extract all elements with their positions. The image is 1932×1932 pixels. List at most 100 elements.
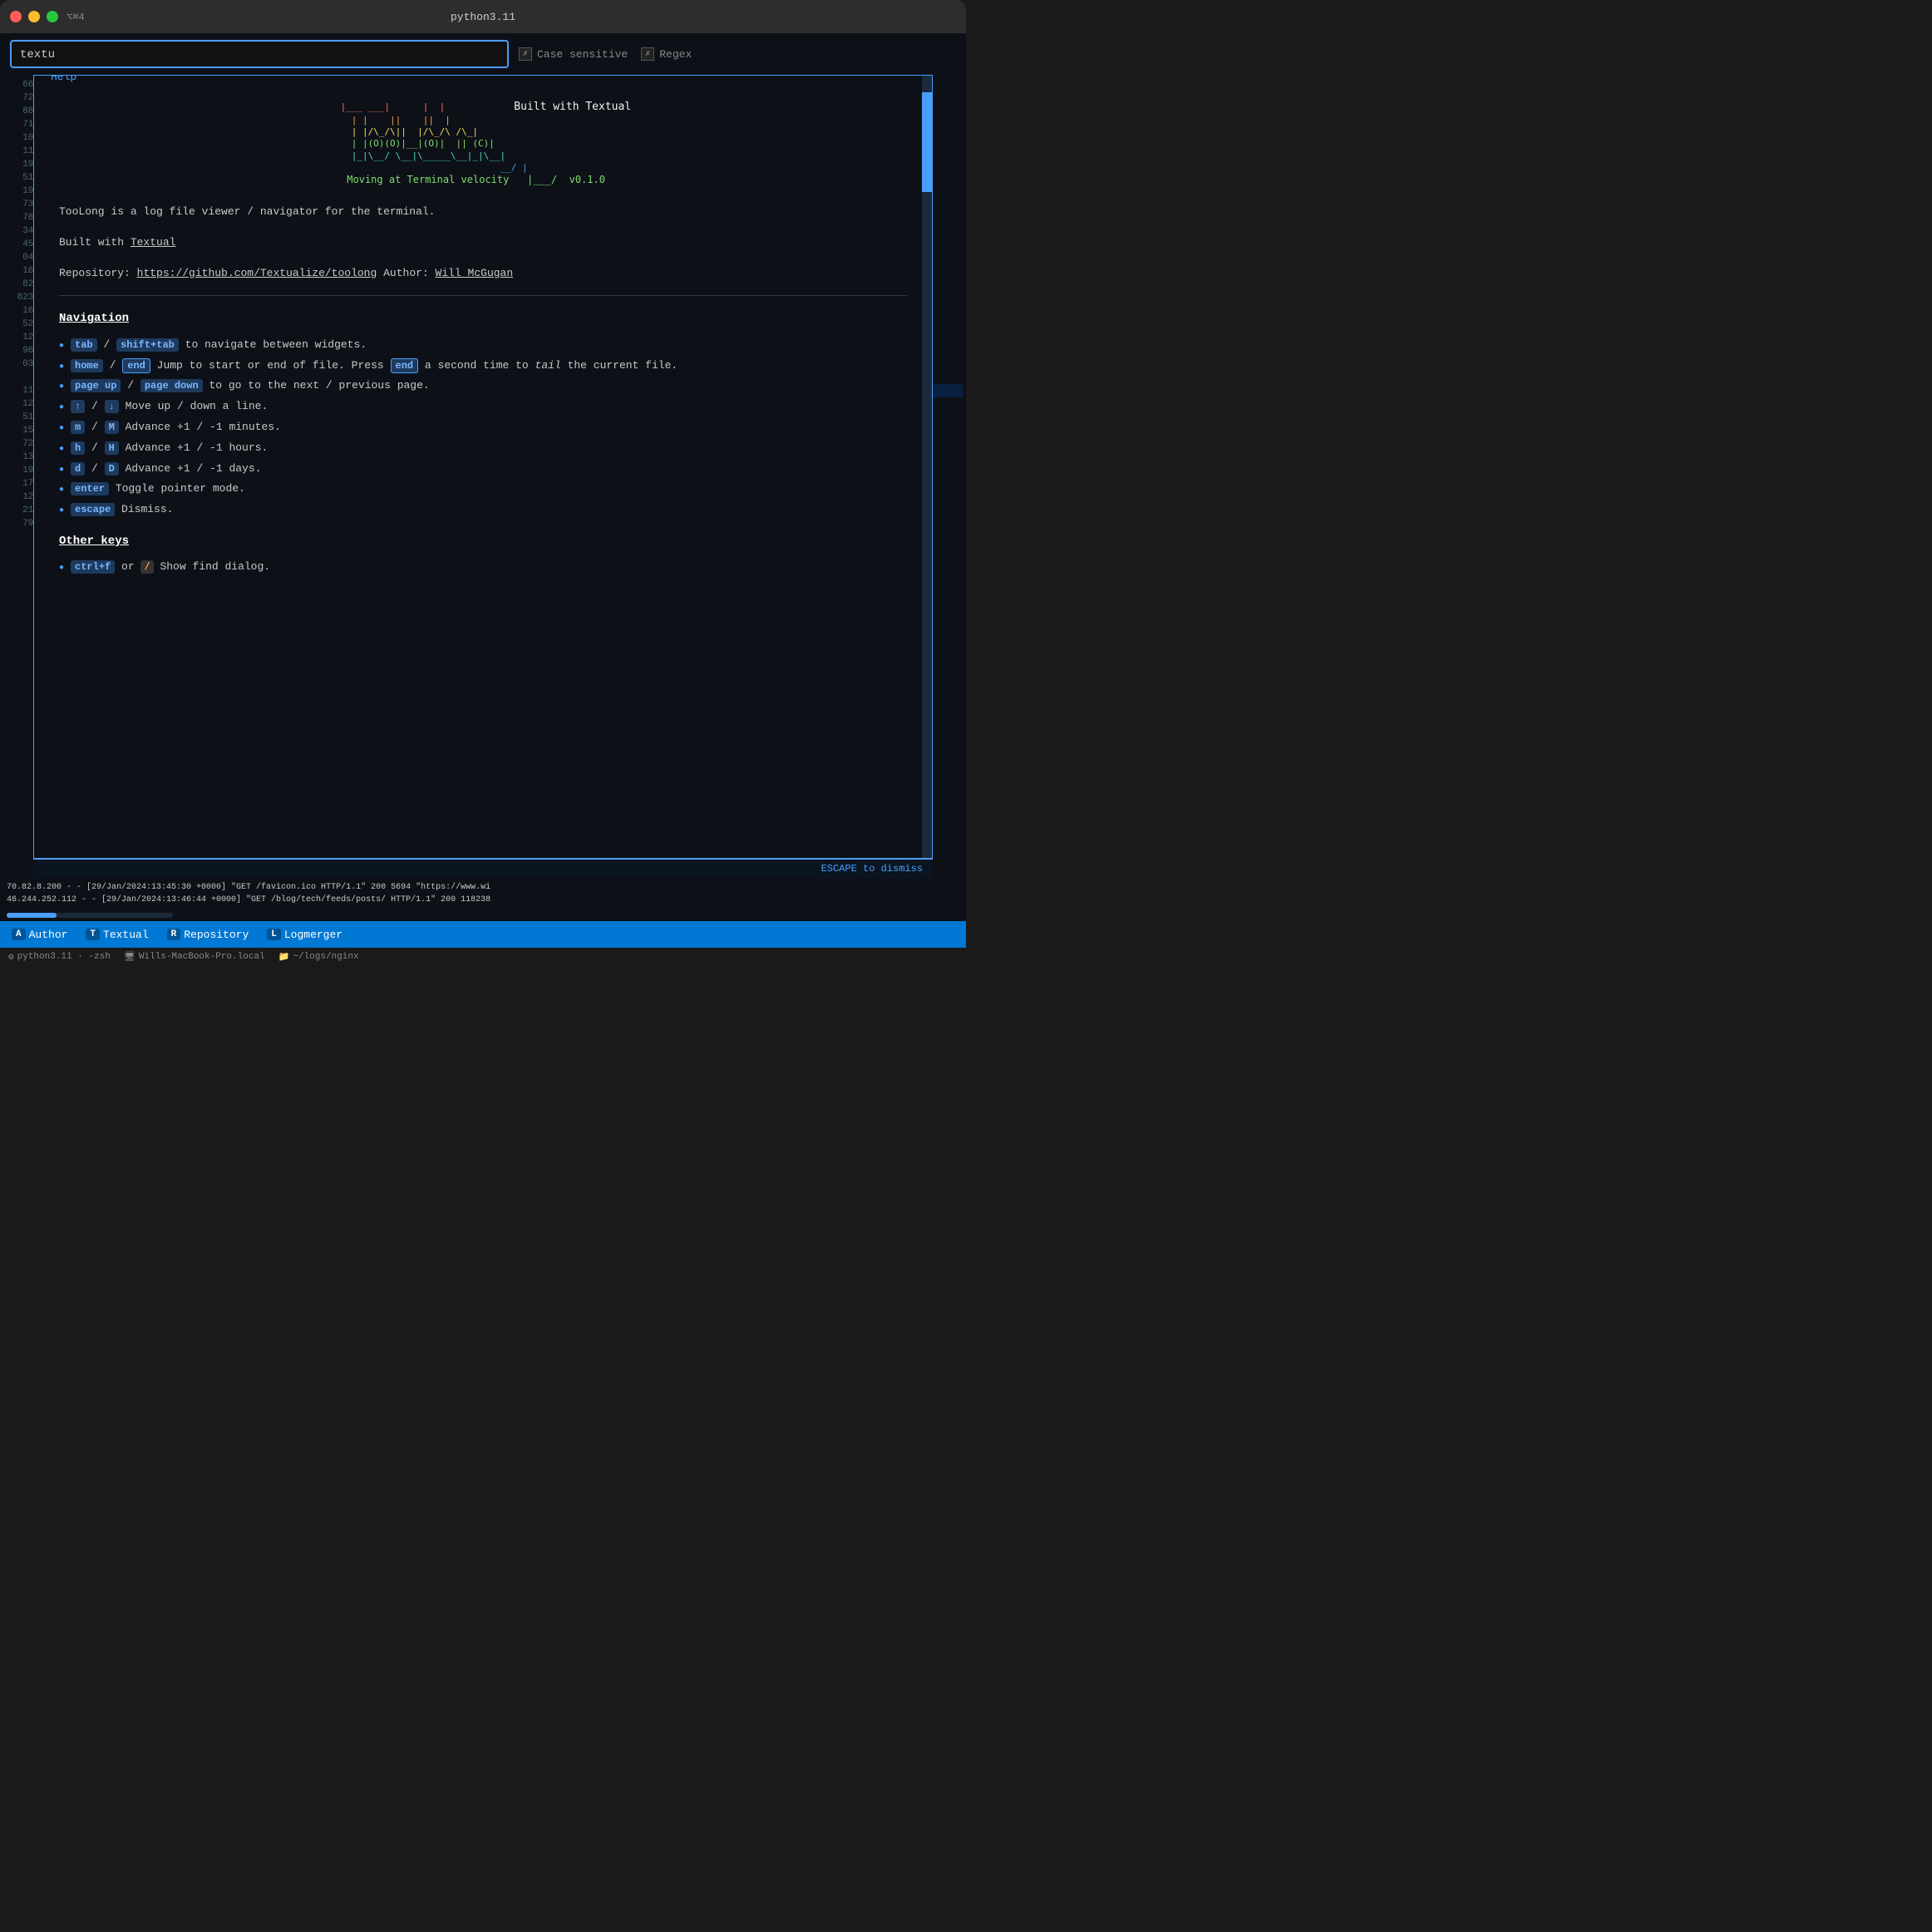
built-with-para: Built with Textual: [59, 234, 907, 252]
ctrlf-key: ctrl+f: [71, 560, 115, 574]
key-item-content: home / end Jump to start or end of file.…: [71, 357, 678, 375]
key-item-content: h / H Advance +1 / -1 hours.: [71, 440, 268, 457]
key-item-content: ↑ / ↓ Move up / down a line.: [71, 398, 268, 416]
pageup-key: page up: [71, 379, 121, 392]
status-path-label: ~/logs/nginx: [293, 952, 358, 962]
tab-textual[interactable]: T Textual: [77, 925, 156, 944]
bullet-icon: ●: [59, 361, 64, 374]
monitor-icon: 🖥: [124, 951, 136, 963]
tab-label-logmerger: Logmerger: [284, 929, 343, 941]
author-link[interactable]: Will McGugan: [436, 267, 514, 279]
tab-key-t: T: [86, 929, 100, 940]
tab-key-r: R: [167, 929, 181, 940]
tail-text: tail: [535, 359, 561, 372]
bullet-icon: ●: [59, 381, 64, 394]
key-item-content: page up / page down to go to the next / …: [71, 377, 430, 395]
tab-author[interactable]: A Author: [3, 925, 76, 944]
content-wrapper: 66. 72. 88. 71. 105 116 195 51. 192 73. …: [0, 75, 966, 878]
shortcut-label: ⌥⌘4: [67, 11, 85, 23]
bullet-icon: ●: [59, 443, 64, 456]
key-item-h: ● h / H Advance +1 / -1 hours.: [59, 440, 907, 457]
bullet-icon: ●: [59, 464, 64, 477]
end-key2: end: [391, 358, 419, 373]
close-button[interactable]: [10, 11, 22, 22]
case-sensitive-option[interactable]: ✗ Case sensitive: [519, 47, 628, 61]
bullet-icon: ●: [59, 505, 64, 518]
down-key: ↓: [105, 400, 119, 413]
help-scrollbar[interactable]: [922, 76, 932, 858]
search-input[interactable]: [20, 48, 499, 62]
navigation-title: Navigation: [59, 309, 907, 328]
tab-bar: A Author T Textual R Repository L Logmer…: [0, 921, 966, 948]
bullet-icon: ●: [59, 402, 64, 415]
scrollbar-thumb: [922, 92, 932, 192]
help-separator: [59, 295, 907, 296]
key-item-content: enter Toggle pointer mode.: [71, 481, 245, 498]
search-bar: ✗ Case sensitive ✗ Regex: [0, 33, 966, 75]
ascii-art: |___ ___| | | Built with Textual | | || …: [335, 101, 631, 187]
tab-label-repository: Repository: [184, 929, 249, 941]
slash-key: /: [140, 560, 153, 574]
maximize-button[interactable]: [47, 11, 58, 22]
status-host: 🖥 Wills-MacBook-Pro.local: [124, 951, 265, 963]
key-item-escape: ● escape Dismiss.: [59, 501, 907, 519]
M-key: M: [105, 421, 119, 434]
case-sensitive-label: Case sensitive: [537, 48, 628, 61]
key-item-m: ● m / M Advance +1 / -1 minutes.: [59, 419, 907, 436]
tab-label-author: Author: [29, 929, 68, 941]
tab-key: tab: [71, 338, 97, 352]
regex-checkbox[interactable]: ✗: [641, 47, 654, 61]
help-description: TooLong is a log file viewer / navigator…: [59, 204, 907, 221]
key-item-pageup: ● page up / page down to go to the next …: [59, 377, 907, 395]
navigation-key-list: ● tab / shift+tab to navigate between wi…: [59, 337, 907, 519]
status-python-label: python3.11 · -zsh: [17, 952, 111, 962]
textual-link[interactable]: Textual: [131, 236, 176, 249]
search-input-container[interactable]: [10, 40, 509, 68]
case-sensitive-checkbox[interactable]: ✗: [519, 47, 532, 61]
key-item-content: m / M Advance +1 / -1 minutes.: [71, 419, 281, 436]
bullet-icon: ●: [59, 562, 64, 575]
status-path: 📁 ~/logs/nginx: [278, 951, 359, 963]
end-key: end: [122, 358, 150, 373]
traffic-lights: [10, 11, 58, 22]
d-key: d: [71, 462, 85, 476]
other-keys-list: ● ctrl+f or / Show find dialog.: [59, 559, 907, 576]
help-content[interactable]: |___ ___| | | Built with Textual | | || …: [34, 76, 932, 858]
bullet-icon: ●: [59, 422, 64, 436]
repository-para: Repository: https://github.com/Textualiz…: [59, 265, 907, 283]
h-key: h: [71, 441, 85, 455]
minimize-button[interactable]: [28, 11, 40, 22]
m-key: m: [71, 421, 85, 434]
key-item-content: tab / shift+tab to navigate between widg…: [71, 337, 367, 354]
tab-key-a: A: [12, 929, 26, 940]
key-item-arrows: ● ↑ / ↓ Move up / down a line.: [59, 398, 907, 416]
progress-bar-container: [0, 909, 966, 921]
log-bottom: 70.82.8.200 - - [29/Jan/2024:13:45:30 +0…: [0, 878, 966, 909]
repository-label: Repository:: [59, 267, 131, 279]
tab-repository[interactable]: R Repository: [159, 925, 258, 944]
folder-icon: 📁: [278, 951, 290, 963]
key-item-d: ● d / D Advance +1 / -1 days.: [59, 461, 907, 478]
titlebar: ⌥⌘4 python3.11: [0, 0, 966, 33]
status-host-label: Wills-MacBook-Pro.local: [139, 952, 265, 962]
progress-bar: [7, 913, 173, 918]
python-icon: ⚙: [8, 951, 14, 963]
key-item-content: d / D Advance +1 / -1 days.: [71, 461, 261, 478]
tab-key-l: L: [267, 929, 281, 940]
regex-label: Regex: [659, 48, 692, 61]
tab-logmerger[interactable]: L Logmerger: [259, 925, 351, 944]
help-panel-title: Help: [44, 75, 83, 86]
window-title: python3.11: [451, 11, 515, 23]
regex-option[interactable]: ✗ Regex: [641, 47, 692, 61]
help-panel: Help |___ ___| | | Built with Textual | …: [33, 75, 933, 859]
key-item-tab: ● tab / shift+tab to navigate between wi…: [59, 337, 907, 354]
repository-link[interactable]: https://github.com/Textualize/toolong: [137, 267, 377, 279]
D-key: D: [105, 462, 119, 476]
status-python: ⚙ python3.11 · -zsh: [8, 951, 111, 963]
log-bottom-line1: 70.82.8.200 - - [29/Jan/2024:13:45:30 +0…: [7, 881, 959, 894]
help-overlay: Help |___ ___| | | Built with Textual | …: [33, 75, 933, 878]
escape-key: escape: [71, 503, 115, 516]
tab-label-textual: Textual: [103, 929, 149, 941]
status-bar: ⚙ python3.11 · -zsh 🖥 Wills-MacBook-Pro.…: [0, 948, 966, 966]
H-key: H: [105, 441, 119, 455]
